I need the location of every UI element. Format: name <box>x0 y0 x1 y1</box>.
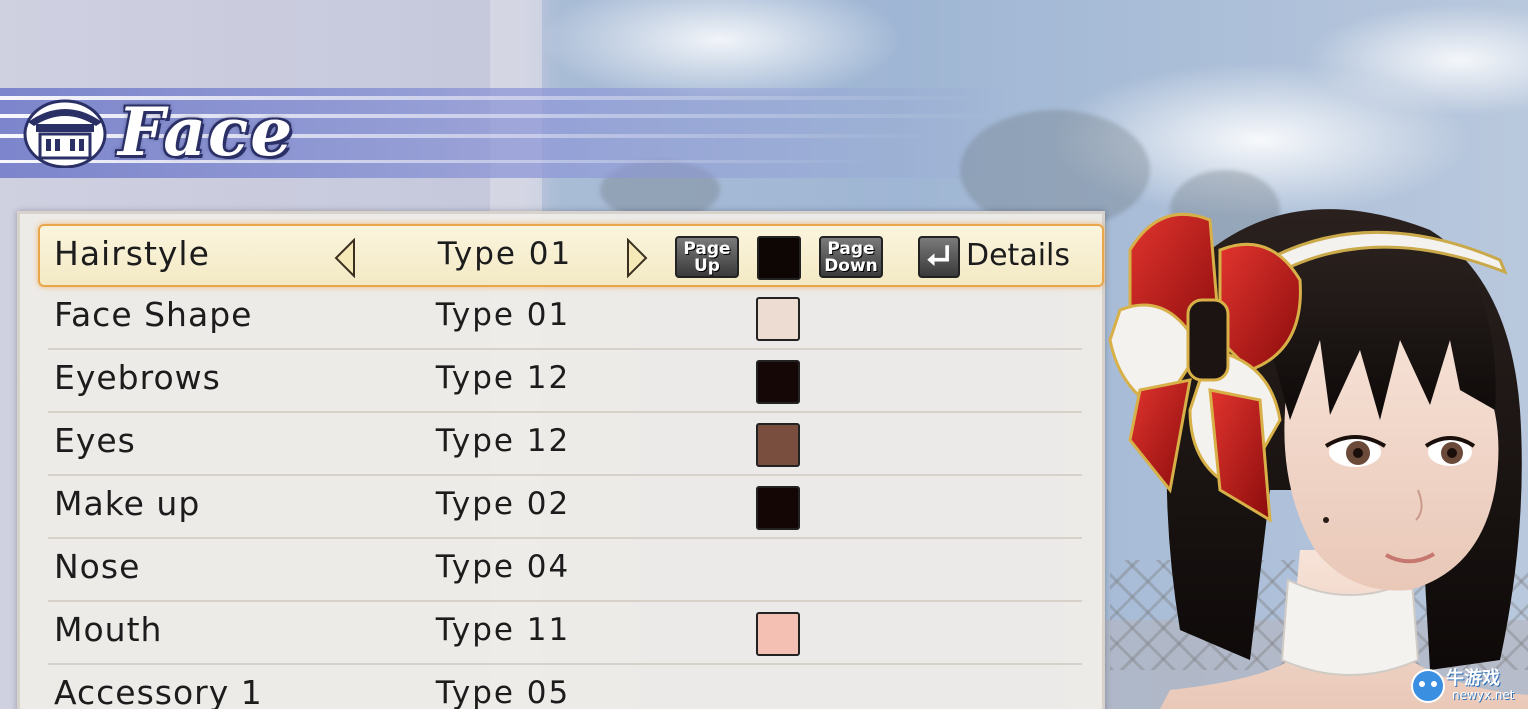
option-row[interactable]: Face Shape Type 01 <box>48 287 1082 350</box>
option-value: Type 04 <box>435 549 571 585</box>
option-row[interactable]: Eyebrows Type 12 <box>48 350 1082 413</box>
option-label: Eyes <box>54 421 136 460</box>
option-label: Nose <box>54 547 141 586</box>
color-swatch[interactable] <box>756 612 800 656</box>
face-options-panel: Hairstyle Type 01 Page Up Page Down Details Fac… <box>17 211 1105 709</box>
option-value: Type 01 <box>437 236 573 272</box>
watermark-text: 牛游戏 <box>1446 668 1500 689</box>
page-down-button-line2: Down <box>824 256 878 276</box>
enter-key-icon[interactable] <box>918 236 960 278</box>
return-arrow-icon <box>927 245 949 267</box>
character-preview <box>1108 209 1528 709</box>
option-value: Type 11 <box>435 612 571 648</box>
option-row[interactable]: Accessory 1 Type 05 <box>48 665 1082 709</box>
option-row[interactable]: Make up Type 02 <box>48 476 1082 539</box>
option-row[interactable]: Mouth Type 11 <box>48 602 1082 665</box>
option-row[interactable]: Nose Type 04 <box>48 539 1082 602</box>
page-up-button[interactable]: Page Up <box>675 236 739 278</box>
option-label: Make up <box>54 484 201 523</box>
arrow-right-icon[interactable] <box>624 238 650 278</box>
option-value: Type 02 <box>435 486 571 522</box>
page-up-button-line2: Up <box>694 256 720 276</box>
option-label: Accessory 1 <box>54 673 263 709</box>
color-swatch[interactable] <box>757 236 801 280</box>
option-value: Type 12 <box>435 423 571 459</box>
arrow-left-icon[interactable] <box>332 238 358 278</box>
details-label[interactable]: Details <box>966 238 1070 273</box>
house-icon <box>23 99 107 168</box>
option-label: Hairstyle <box>54 234 210 273</box>
option-value: Type 01 <box>435 297 571 333</box>
color-swatch[interactable] <box>756 486 800 530</box>
color-swatch[interactable] <box>756 360 800 404</box>
color-swatch[interactable] <box>756 297 800 341</box>
color-swatch[interactable] <box>756 423 800 467</box>
option-label: Face Shape <box>54 295 253 334</box>
page-title: Face <box>118 93 295 171</box>
option-value: Type 05 <box>435 675 571 709</box>
option-row[interactable]: Hairstyle Type 01 Page Up Page Down Details <box>38 224 1104 287</box>
option-label: Mouth <box>54 610 163 649</box>
option-label: Eyebrows <box>54 358 221 397</box>
option-value: Type 12 <box>435 360 571 396</box>
watermark-url: newyx.net <box>1452 688 1515 702</box>
option-row[interactable]: Eyes Type 12 <box>48 413 1082 476</box>
page-down-button[interactable]: Page Down <box>819 236 883 278</box>
